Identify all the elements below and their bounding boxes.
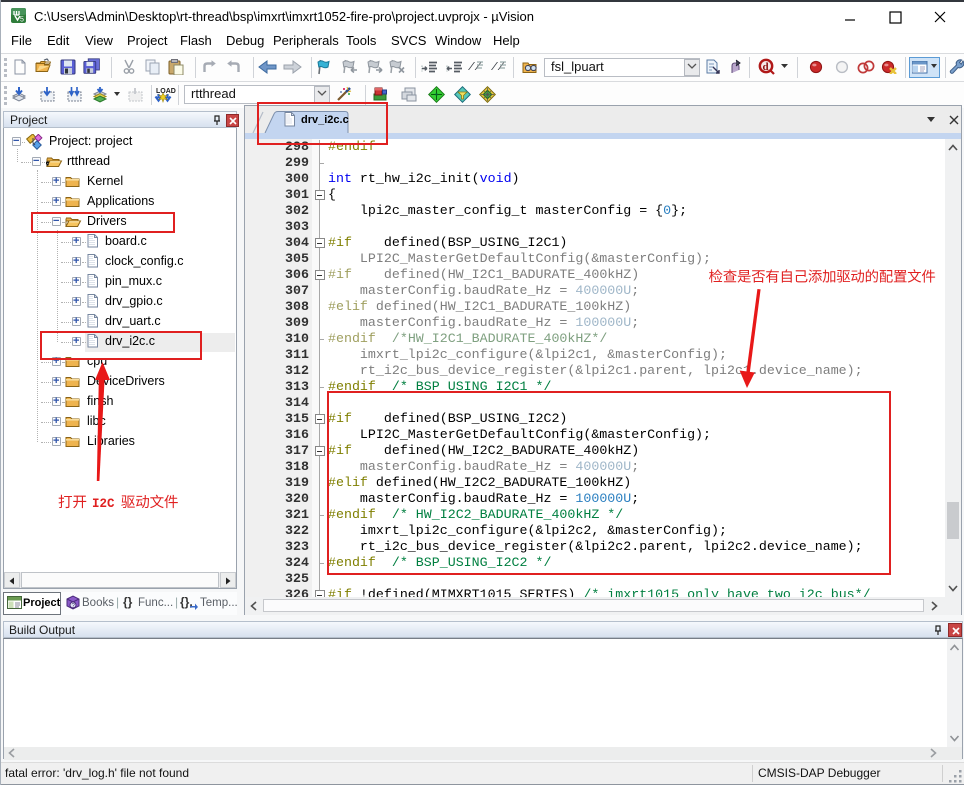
svg-text:LOAD: LOAD	[156, 88, 176, 95]
svg-text:5: 5	[20, 17, 24, 24]
svg-text:d: d	[763, 61, 769, 73]
